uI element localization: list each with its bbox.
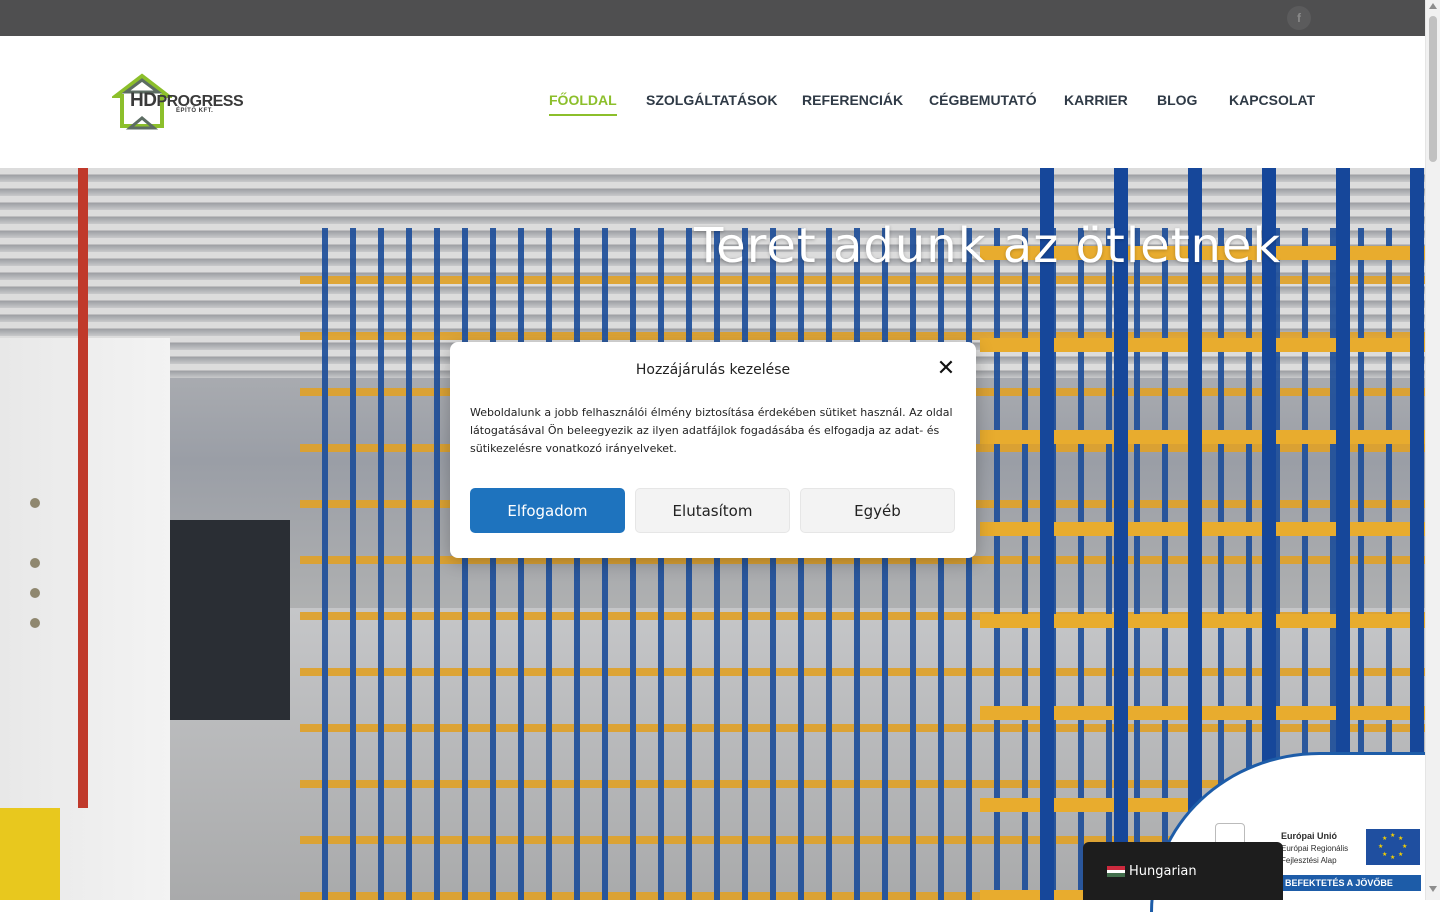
dialog-title: Hozzájárulás kezelése [635, 362, 791, 378]
deny-button[interactable]: Elutasítom [635, 488, 790, 533]
dialog-message: Weboldalunk a jobb felhasználói élmény b… [470, 406, 953, 455]
close-icon[interactable]: ✕ [936, 358, 956, 380]
preferences-button[interactable]: Egyéb [800, 488, 955, 533]
cookie-consent-dialog: Hozzájárulás kezelése ✕ Weboldalunk a jo… [450, 342, 976, 558]
scroll-thumb[interactable] [1429, 16, 1437, 162]
accept-button[interactable]: Elfogadom [470, 488, 625, 533]
cookie-overlay: Hozzájárulás kezelése ✕ Weboldalunk a jo… [0, 0, 1425, 900]
scroll-up-icon[interactable] [1429, 3, 1437, 9]
page-scrollbar[interactable] [1425, 0, 1440, 900]
scroll-down-icon[interactable] [1429, 886, 1437, 892]
